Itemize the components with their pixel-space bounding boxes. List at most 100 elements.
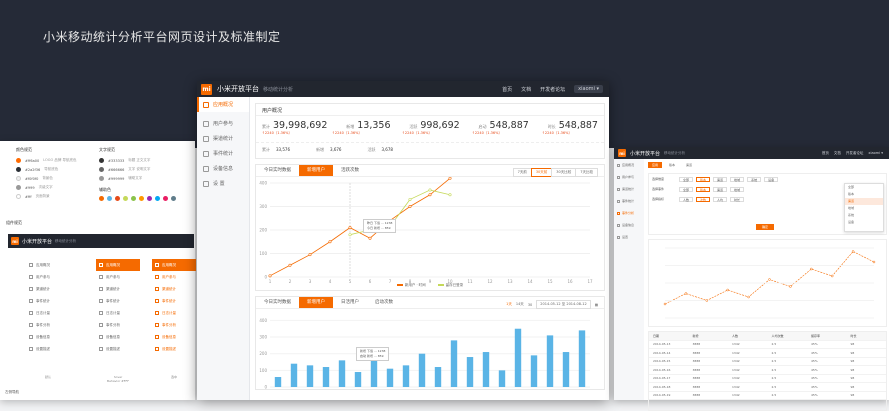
mini-nav-item[interactable]: 设备信息: [26, 331, 70, 343]
sidebar-item-2[interactable]: 渠道统计: [197, 131, 249, 146]
mi-logo-icon[interactable]: mi: [201, 83, 212, 95]
range-1d[interactable]: 1天: [506, 302, 512, 307]
column-header[interactable]: 时长: [847, 334, 887, 338]
tab-active-count[interactable]: 活跃次数: [333, 165, 367, 176]
nav-docs[interactable]: 文档: [521, 86, 531, 93]
mini-nav-item[interactable]: 日志计量: [26, 307, 70, 319]
sidebar-item-3[interactable]: 事件统计: [197, 146, 249, 161]
dropdown-option[interactable]: 版本: [845, 191, 883, 198]
filter-chip[interactable]: 全部: [679, 176, 694, 182]
mini-nav-item[interactable]: 应用概况: [96, 259, 140, 271]
mini-nav-item[interactable]: 设置描述: [96, 343, 140, 355]
column-header[interactable]: 日期: [649, 334, 689, 338]
mi-logo-icon[interactable]: mi: [618, 149, 626, 157]
mini-nav-item[interactable]: 用户参与: [96, 271, 140, 283]
calendar-icon[interactable]: ▦: [595, 303, 598, 307]
kpi-change: ↑2240（1.36%）: [262, 131, 292, 135]
mini-nav-item[interactable]: 设置描述: [152, 343, 196, 355]
filter-chip[interactable]: 渠道: [713, 176, 728, 182]
seg-30d-compare[interactable]: 30天比较: [551, 168, 577, 177]
mini-nav-item[interactable]: 事件分析: [152, 319, 196, 331]
r-sidebar-item[interactable]: 设备信息: [614, 219, 644, 231]
seg-7d-compare[interactable]: 7天比较: [575, 168, 598, 177]
sidebar-item-5[interactable]: 设 置: [197, 176, 249, 191]
nav-square-icon: [29, 263, 33, 267]
mini-nav-item[interactable]: 设置描述: [26, 343, 70, 355]
right-user-menu[interactable]: xiaomi ▾: [868, 151, 883, 155]
tab-realtime[interactable]: 今日实时数据: [256, 165, 299, 176]
filter-chip[interactable]: 版本: [696, 186, 711, 192]
dropdown-option[interactable]: 渠道: [845, 198, 883, 205]
tooltip-label-2: 今日: [367, 226, 374, 230]
right-nav-forum[interactable]: 开发者论坛: [846, 151, 864, 156]
seg-30d[interactable]: 30天前: [530, 168, 553, 177]
mini-nav-label: 设置描述: [162, 346, 176, 351]
r-sidebar-item[interactable]: 渠道统计: [614, 183, 644, 195]
dropdown-option[interactable]: 设备: [845, 219, 883, 226]
right-nav-home[interactable]: 首页: [822, 151, 829, 156]
filter-chip[interactable]: 地域: [730, 176, 745, 182]
seg-7d[interactable]: 7天前: [512, 168, 532, 177]
mini-nav-item[interactable]: 日志计量: [96, 307, 140, 319]
mini-nav-item[interactable]: 事件分析: [26, 319, 70, 331]
column-header[interactable]: 留存率: [807, 334, 847, 338]
mini-nav-item[interactable]: 用户参与: [152, 271, 196, 283]
filter-chip[interactable]: 设备: [764, 176, 779, 182]
dropdown-option[interactable]: 地域: [845, 205, 883, 212]
mini-nav-item[interactable]: 事件统计: [152, 295, 196, 307]
mini-nav-item[interactable]: 渠道统计: [96, 283, 140, 295]
filter-chip[interactable]: 人数: [679, 196, 694, 202]
r-tab-version[interactable]: 版本: [665, 162, 679, 168]
mini-nav-item[interactable]: 应用概况: [152, 259, 196, 271]
tab-launch-count[interactable]: 启动次数: [367, 297, 401, 308]
user-menu[interactable]: xiaomi ▾: [574, 85, 603, 93]
confirm-button[interactable]: 确定: [756, 224, 775, 230]
filter-chip[interactable]: 次数: [696, 196, 711, 202]
sidebar-item-0[interactable]: 应用概况: [197, 97, 249, 112]
nav-home[interactable]: 首页: [502, 86, 512, 93]
range-14d[interactable]: 14天: [516, 302, 524, 307]
tab-realtime-2[interactable]: 今日实时数据: [256, 297, 299, 308]
filter-chip[interactable]: 版本: [696, 176, 711, 182]
r-tab-channel[interactable]: 渠道: [682, 162, 696, 168]
data-point: [268, 274, 272, 278]
tab-daily-active[interactable]: 日活用户: [333, 297, 367, 308]
mini-nav-item[interactable]: 应用概况: [26, 259, 70, 271]
table-cell: 45%: [811, 350, 818, 355]
r-sidebar-item[interactable]: 用户参与: [614, 171, 644, 183]
mini-nav-item[interactable]: 设备信息: [96, 331, 140, 343]
r-sidebar-item[interactable]: 设置: [614, 231, 644, 243]
filter-chip[interactable]: 全部: [679, 186, 694, 192]
mini-nav-item[interactable]: 事件统计: [26, 295, 70, 307]
mini-nav-item[interactable]: 日志计量: [152, 307, 196, 319]
nav-forum[interactable]: 开发者论坛: [540, 86, 565, 93]
filter-chip[interactable]: 地域: [730, 186, 745, 192]
sidebar-item-1[interactable]: 用户参与: [197, 116, 249, 131]
column-header[interactable]: 新增: [689, 334, 729, 338]
right-nav-docs[interactable]: 文档: [834, 151, 841, 156]
column-header[interactable]: 人数: [728, 334, 768, 338]
mini-nav-item[interactable]: 设备信息: [152, 331, 196, 343]
mini-nav-item[interactable]: 渠道统计: [152, 283, 196, 295]
r-sidebar-item[interactable]: 事件分析: [614, 207, 644, 219]
filter-chip[interactable]: 人均: [713, 196, 728, 202]
kpi-change: ↑2240（1.36%）: [332, 131, 362, 135]
range-30d[interactable]: 30: [528, 303, 532, 307]
filter-chip[interactable]: 渠道: [713, 186, 728, 192]
dropdown-option[interactable]: 全部: [845, 184, 883, 191]
dropdown-option[interactable]: 系统: [845, 212, 883, 219]
tab-new-users[interactable]: 新增用户: [299, 165, 333, 176]
mini-nav-item[interactable]: 事件分析: [96, 319, 140, 331]
sidebar-item-4[interactable]: 设备信息: [197, 161, 249, 176]
column-header[interactable]: 人均次数: [768, 334, 808, 338]
r-tab-app[interactable]: 应用: [648, 162, 663, 168]
mini-nav-item[interactable]: 用户参与: [26, 271, 70, 283]
tab-new-users-2[interactable]: 新增用户: [299, 297, 333, 308]
mini-nav-item[interactable]: 渠道统计: [26, 283, 70, 295]
mini-nav-item[interactable]: 事件统计: [96, 295, 140, 307]
date-range-picker[interactable]: 2014-05-12 至 2014-08-12: [536, 300, 591, 309]
filter-chip[interactable]: 系统: [747, 176, 762, 182]
r-sidebar-item[interactable]: 事件统计: [614, 195, 644, 207]
r-sidebar-item[interactable]: 应用概况: [614, 159, 644, 171]
filter-chip[interactable]: 时长: [730, 196, 745, 202]
